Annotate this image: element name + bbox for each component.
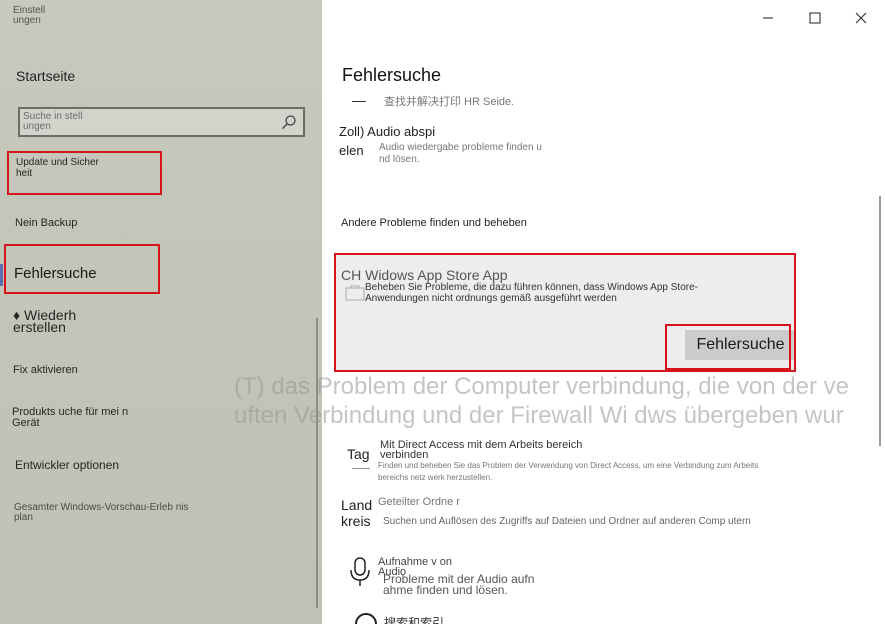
audio-playback-desc: Audio wiedergabe probleme finden u nd lö…: [379, 142, 542, 165]
highlight-troubleshoot-button: [665, 324, 791, 370]
highlight-troubleshoot: [4, 244, 160, 294]
sidebar-item-insider[interactable]: Gesamter Windows-Vorschau-Erleb nis plan: [14, 503, 199, 523]
main-scrollbar[interactable]: [879, 196, 881, 446]
sidebar-home[interactable]: Startseite: [16, 68, 75, 84]
shared-folder-desc: Suchen und Auflösen des Zugriffs auf Dat…: [383, 516, 751, 527]
sidebar-item-backup[interactable]: Nein Backup: [15, 217, 77, 229]
audio-recording-desc: Probleme mit der Audio aufn ahme finden …: [383, 572, 535, 597]
sidebar-item-recovery[interactable]: ♦ Wiederh erstellen: [13, 308, 93, 334]
sidebar-item-developer[interactable]: Entwickler optionen: [15, 458, 119, 472]
direct-access-icon: Tag: [347, 446, 370, 462]
printer-fragment: 查找并解决打印 HR Seide.: [384, 96, 515, 108]
search-icon[interactable]: [281, 114, 297, 130]
maximize-icon[interactable]: [805, 8, 825, 28]
minimize-icon[interactable]: [758, 8, 778, 28]
shared-folder-title[interactable]: Geteilter Ordne r: [378, 497, 498, 508]
main-panel: Fehlersuche 查找并解决打印 HR Seide. Zoll) Audi…: [322, 0, 885, 624]
close-icon[interactable]: [851, 8, 871, 28]
search-index-fragment: 搜索和索引: [384, 616, 445, 624]
highlight-update: [7, 151, 162, 195]
search-input[interactable]: Suche in stell ungen: [18, 107, 305, 137]
search-index-icon: [355, 613, 377, 624]
app-title: Einstell ungen: [13, 5, 46, 26]
overlay-text-line-2: uften Verbindung und der Firewall Wi dws…: [234, 402, 844, 429]
sidebar-scrollbar[interactable]: [316, 318, 318, 608]
sidebar: Einstell ungen Startseite Suche in stell…: [0, 0, 322, 624]
sidebar-item-find-device[interactable]: Produkts uche für mei n Gerät: [12, 407, 142, 429]
sidebar-item-activation[interactable]: Fix aktivieren: [13, 364, 78, 376]
shared-folder-icon: Land kreis: [341, 497, 373, 529]
printer-icon: [352, 101, 366, 102]
overlay-text-line-1: (T) das Problem der Computer verbindung,…: [234, 373, 849, 400]
search-placeholder: Suche in stell ungen: [23, 111, 83, 132]
page-title: Fehlersuche: [342, 65, 442, 85]
direct-access-underline: [352, 468, 370, 469]
direct-access-desc: Finden und beheben Sie das Problem der V…: [378, 461, 759, 482]
selected-indicator: [0, 264, 3, 286]
direct-access-title[interactable]: Mit Direct Access mit dem Arbeits bereic…: [380, 440, 600, 461]
microphone-icon: [350, 557, 370, 586]
other-problems-heading: Andere Probleme finden und beheben: [341, 217, 527, 229]
